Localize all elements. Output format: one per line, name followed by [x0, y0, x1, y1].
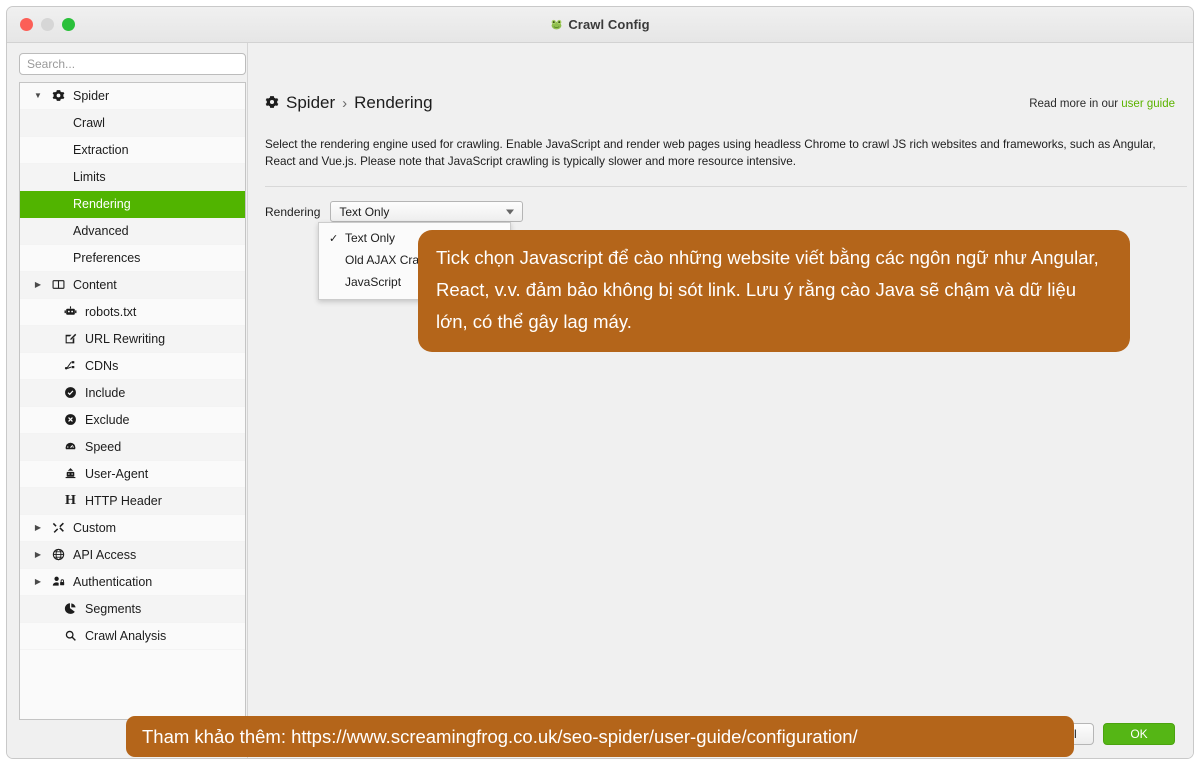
sidebar-item-api-access[interactable]: ▶ API Access — [20, 542, 245, 569]
sidebar-item-label: CDNs — [85, 359, 119, 373]
columns-icon — [50, 278, 67, 293]
sidebar-item-exclude[interactable]: Exclude — [20, 407, 245, 434]
sidebar-item-label: Spider — [73, 89, 110, 103]
annotation-banner: Tham khảo thêm: https://www.screamingfro… — [126, 716, 1074, 757]
sidebar-item-include[interactable]: Include — [20, 380, 245, 407]
tools-icon — [50, 521, 67, 536]
sidebar-item-limits[interactable]: Limits — [20, 164, 245, 191]
sidebar-item-label: Speed — [85, 440, 122, 454]
globe-icon — [50, 548, 67, 563]
rendering-select[interactable]: Text Only — [330, 201, 524, 222]
divider — [265, 186, 1187, 187]
sidebar-item-label: Crawl — [73, 116, 105, 130]
ok-button[interactable]: OK — [1103, 723, 1175, 745]
sidebar-item-crawl-analysis[interactable]: Crawl Analysis — [20, 623, 245, 650]
breadcrumb-leaf: Rendering — [354, 93, 433, 112]
sidebar-item-label: User-Agent — [85, 467, 149, 481]
rendering-label: Rendering — [265, 204, 321, 219]
sidebar-item-label: Authentication — [73, 575, 153, 589]
sidebar-item-label: robots.txt — [85, 305, 137, 319]
pencil-box-icon — [62, 332, 79, 347]
main-panel: Spider › Rendering Read more in our user… — [247, 43, 1193, 758]
sidebar-item-url-rewriting[interactable]: URL Rewriting — [20, 326, 245, 353]
dropdown-option-label: Text Only — [345, 231, 396, 245]
sidebar-item-rendering[interactable]: Rendering — [20, 191, 245, 218]
sidebar-item-extraction[interactable]: Extraction — [20, 137, 245, 164]
sidebar-item-http-header[interactable]: H HTTP Header — [20, 488, 245, 515]
sidebar-item-custom[interactable]: ▶ Custom — [20, 515, 245, 542]
pie-chart-icon — [62, 602, 79, 617]
sidebar: ▼ Spider Crawl Extraction Limits Rendering Adv… — [19, 53, 246, 737]
sidebar-item-label: Extraction — [73, 143, 129, 157]
breadcrumb: Spider › Rendering — [265, 93, 433, 113]
sidebar-item-label: Segments — [85, 602, 142, 616]
search-input[interactable] — [19, 53, 246, 75]
sidebar-item-label: Custom — [73, 521, 117, 535]
chevron-right-icon[interactable]: ▶ — [33, 524, 43, 532]
sidebar-item-label: Advanced — [73, 224, 129, 238]
sidebar-item-user-agent[interactable]: User-Agent — [20, 461, 245, 488]
sidebar-item-label: Limits — [73, 170, 106, 184]
sidebar-item-crawl[interactable]: Crawl — [20, 110, 245, 137]
chevron-right-icon[interactable]: ▶ — [33, 281, 43, 289]
sidebar-item-authentication[interactable]: ▶ Authentication — [20, 569, 245, 596]
h-letter-icon: H — [65, 493, 76, 508]
sidebar-item-label: Exclude — [85, 413, 130, 427]
robot-head-icon — [62, 467, 79, 482]
window-title-text: Crawl Config — [568, 17, 650, 32]
screenshot-root: Crawl Config ▼ Spider Crawl Extraction Limit… — [0, 0, 1200, 765]
sidebar-item-label: HTTP Header — [85, 494, 162, 508]
breadcrumb-root[interactable]: Spider — [286, 93, 335, 113]
user-guide-link[interactable]: user guide — [1121, 98, 1175, 110]
sidebar-item-spider[interactable]: ▼ Spider — [20, 83, 245, 110]
check-icon: ✓ — [329, 232, 339, 245]
sidebar-item-content[interactable]: ▶ Content — [20, 272, 245, 299]
sidebar-item-label: API Access — [73, 548, 137, 562]
frog-icon — [550, 18, 563, 34]
sidebar-item-preferences[interactable]: Preferences — [20, 245, 245, 272]
user-lock-icon — [50, 575, 67, 590]
network-icon — [62, 359, 79, 374]
sidebar-item-label: Content — [73, 278, 117, 292]
dropdown-option-label: JavaScript — [345, 275, 402, 289]
sidebar-item-label: Include — [85, 386, 126, 400]
read-more-prefix: Read more in our — [1029, 98, 1122, 110]
breadcrumb-separator: › — [342, 94, 348, 112]
window-title: Crawl Config — [7, 17, 1193, 34]
sidebar-item-cdns[interactable]: CDNs — [20, 353, 245, 380]
sidebar-item-label: Preferences — [73, 251, 141, 265]
panel-description: Select the rendering engine used for cra… — [265, 138, 1156, 168]
check-circle-icon — [62, 386, 79, 401]
title-bar: Crawl Config — [7, 7, 1193, 43]
app-window: Crawl Config ▼ Spider Crawl Extraction Limit… — [6, 6, 1194, 759]
gear-icon — [265, 95, 279, 112]
x-circle-icon — [62, 413, 79, 428]
sidebar-item-advanced[interactable]: Advanced — [20, 218, 245, 245]
search-icon — [62, 629, 79, 644]
sidebar-item-label: Rendering — [73, 197, 131, 211]
chevron-down-icon[interactable]: ▼ — [33, 92, 43, 100]
sidebar-item-segments[interactable]: Segments — [20, 596, 245, 623]
gear-icon — [50, 89, 67, 104]
gauge-icon — [62, 440, 79, 455]
settings-tree[interactable]: ▼ Spider Crawl Extraction Limits Rendering Adv… — [19, 82, 246, 720]
chevron-right-icon[interactable]: ▶ — [33, 551, 43, 559]
window-body: ▼ Spider Crawl Extraction Limits Rendering Adv… — [7, 43, 1193, 758]
sidebar-item-label: URL Rewriting — [85, 332, 166, 346]
sidebar-item-speed[interactable]: Speed — [20, 434, 245, 461]
sidebar-item-label: Crawl Analysis — [85, 629, 167, 643]
chevron-right-icon[interactable]: ▶ — [33, 578, 43, 586]
chevron-down-icon — [506, 209, 515, 214]
rendering-field-row: Rendering Text Only — [265, 201, 524, 222]
rendering-selected-value: Text Only — [339, 204, 390, 219]
robot-icon — [62, 305, 79, 320]
read-more: Read more in our user guide — [1029, 98, 1175, 110]
annotation-callout: Tick chọn Javascript để cào những websit… — [418, 230, 1130, 352]
sidebar-item-robots-txt[interactable]: robots.txt — [20, 299, 245, 326]
